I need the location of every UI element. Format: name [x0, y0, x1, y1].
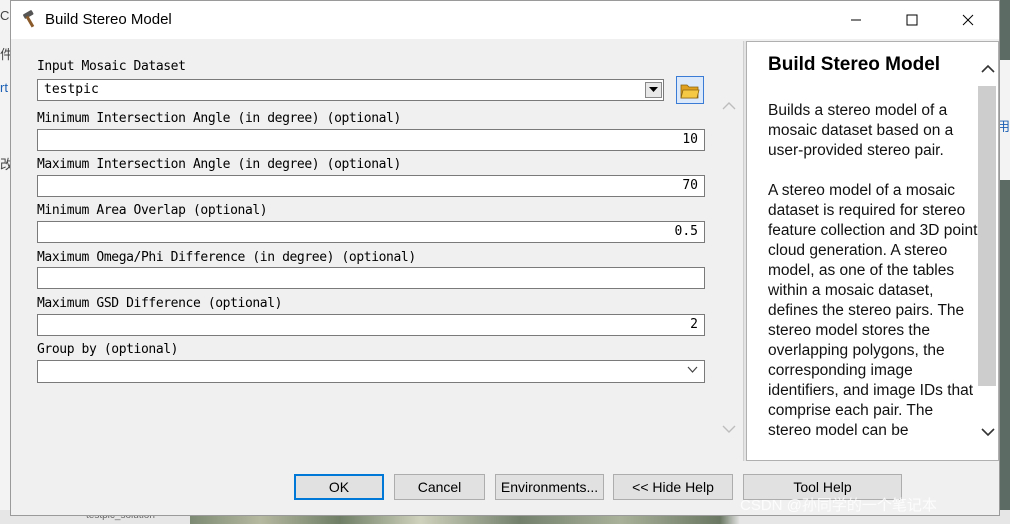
close-icon [962, 14, 974, 26]
scroll-up-icon[interactable] [722, 101, 736, 110]
max-gsd-difference-label: Maximum GSD Difference (optional) [37, 296, 283, 311]
build-stereo-model-dialog: Build Stereo Model Input Mosaic Dataset … [10, 0, 1000, 516]
group-by-label: Group by (optional) [37, 342, 179, 357]
maximize-icon [906, 14, 918, 26]
max-gsd-difference-input[interactable]: 2 [37, 314, 705, 336]
minimize-icon [851, 19, 861, 21]
help-paragraph: A stereo model of a mosaic dataset is re… [768, 182, 978, 439]
scroll-up-icon[interactable] [981, 64, 995, 73]
input-mosaic-dataset-combo[interactable]: testpic [37, 79, 664, 101]
minimize-button[interactable] [833, 1, 879, 39]
input-mosaic-dataset-value: testpic [44, 82, 99, 97]
chevron-down-icon [649, 87, 658, 92]
min-area-overlap-input[interactable]: 0.5 [37, 221, 705, 243]
max-omega-phi-difference-label: Maximum Omega/Phi Difference (in degree)… [37, 250, 416, 265]
hide-help-button[interactable]: << Hide Help [613, 474, 733, 500]
min-area-overlap-label: Minimum Area Overlap (optional) [37, 203, 268, 218]
scroll-down-icon[interactable] [722, 425, 736, 434]
chevron-down-icon [687, 366, 698, 373]
help-body: Builds a stereo model of a mosaic datase… [768, 101, 980, 460]
input-mosaic-dataset-label: Input Mosaic Dataset [37, 59, 186, 74]
cancel-button[interactable]: Cancel [394, 474, 485, 500]
window-title: Build Stereo Model [45, 11, 172, 28]
browse-folder-button[interactable] [676, 76, 704, 104]
title-bar[interactable]: Build Stereo Model [11, 1, 999, 39]
csdn-watermark: CSDN @孙同学的一个笔记本 [740, 497, 937, 514]
help-scrollbar-thumb[interactable] [978, 86, 996, 386]
group-by-dropdown[interactable] [37, 360, 705, 383]
hammer-icon [20, 9, 40, 29]
folder-open-icon [680, 84, 700, 98]
environments-button[interactable]: Environments... [495, 474, 604, 500]
background-text: C [0, 8, 10, 23]
parameters-panel: Input Mosaic Dataset testpic Minimum Int… [11, 39, 742, 461]
max-intersection-angle-label: Maximum Intersection Angle (in degree) (… [37, 157, 401, 172]
help-panel: Build Stereo Model Builds a stereo model… [746, 41, 999, 461]
dropdown-button[interactable] [645, 82, 662, 98]
max-intersection-angle-input[interactable]: 70 [37, 175, 705, 197]
min-intersection-angle-label: Minimum Intersection Angle (in degree) (… [37, 111, 401, 126]
min-intersection-angle-input[interactable]: 10 [37, 129, 705, 151]
ok-button[interactable]: OK [294, 474, 384, 500]
help-title: Build Stereo Model [768, 54, 941, 75]
background-text: rt [0, 80, 8, 95]
scroll-down-icon[interactable] [981, 428, 995, 437]
help-paragraph: Builds a stereo model of a mosaic datase… [768, 102, 954, 159]
maximize-button[interactable] [889, 1, 935, 39]
max-omega-phi-difference-input[interactable] [37, 267, 705, 289]
close-button[interactable] [945, 1, 991, 39]
